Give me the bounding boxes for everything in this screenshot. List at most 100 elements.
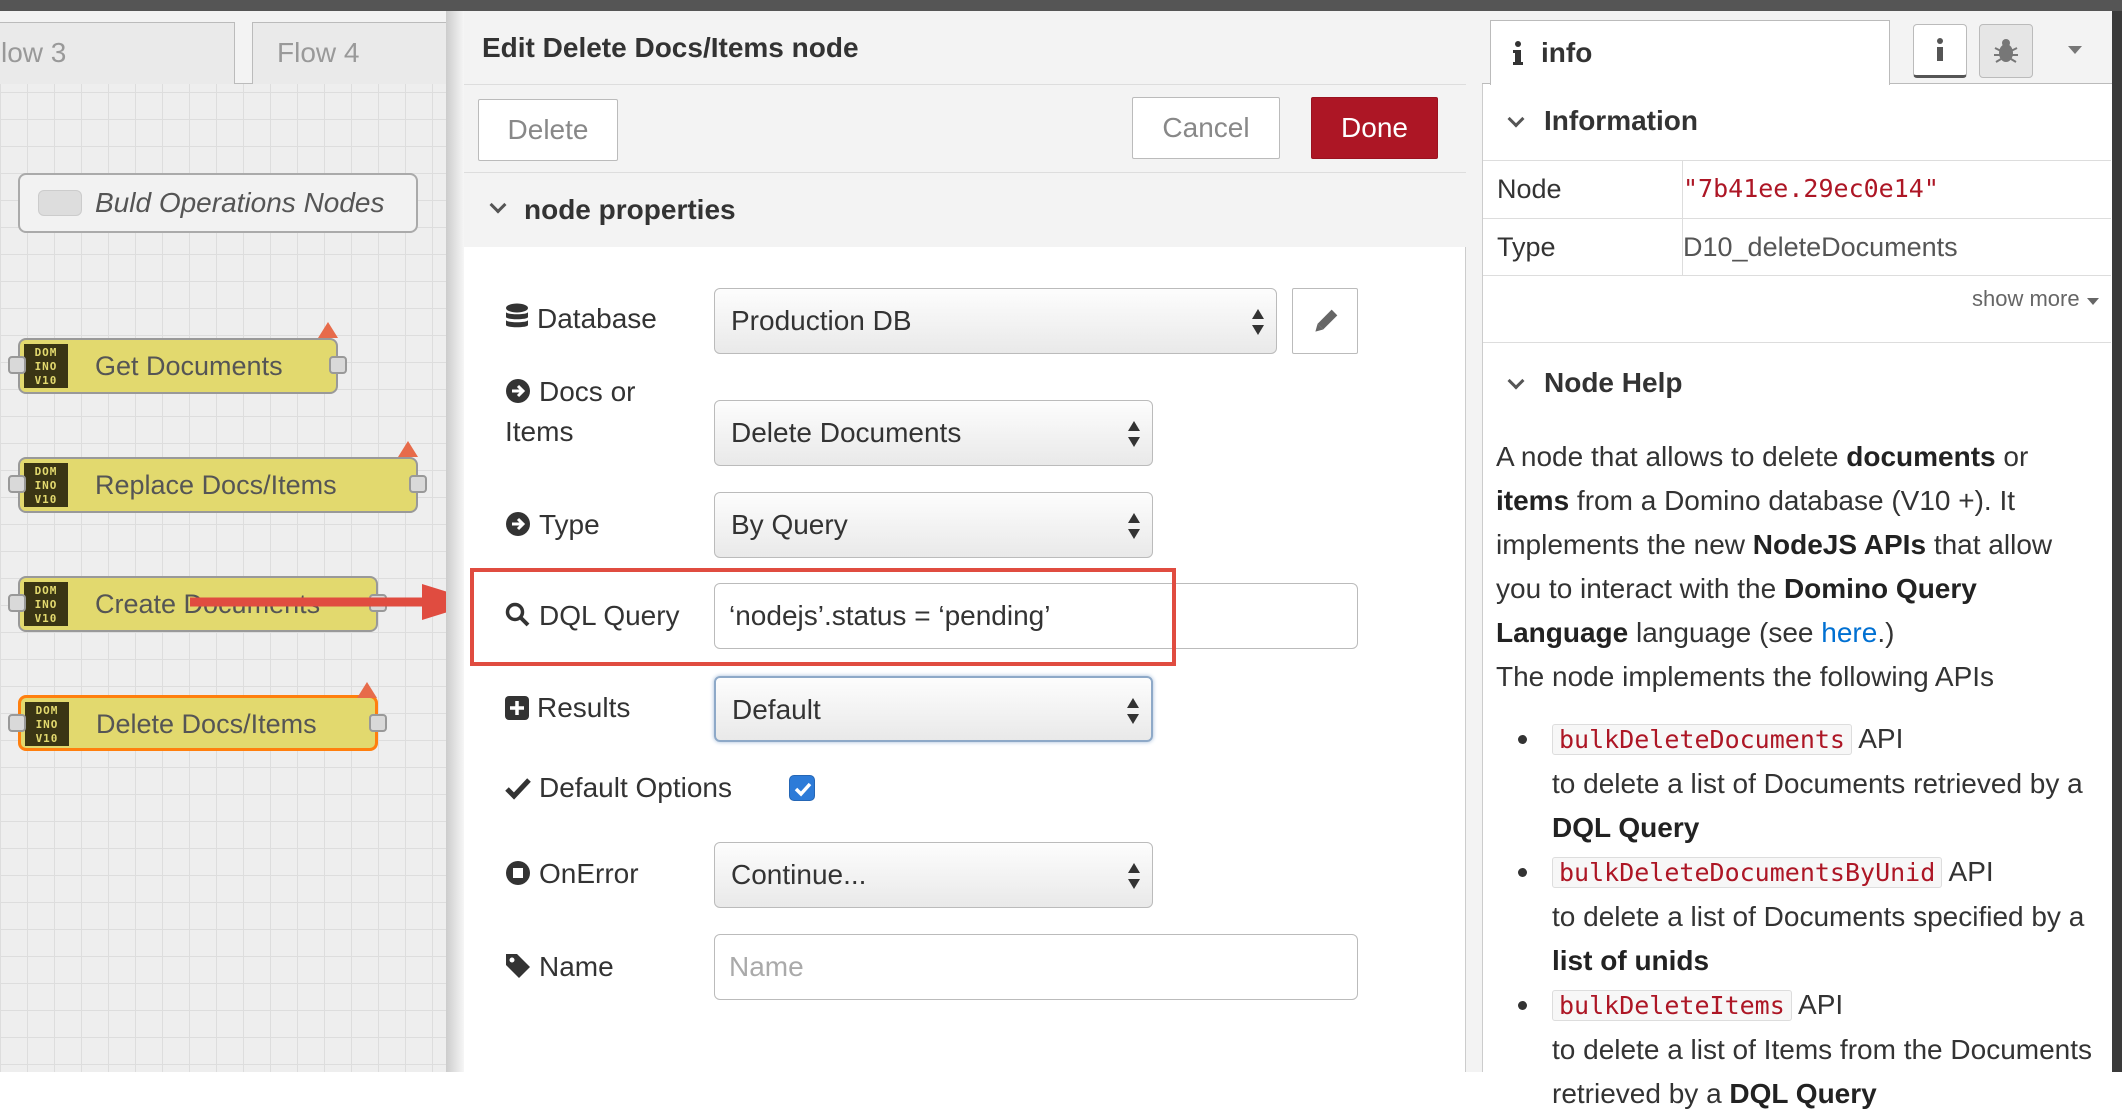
bug-icon	[1994, 39, 2018, 63]
info-tab-button[interactable]	[1913, 24, 1967, 78]
tab-flow-4-label: Flow 4	[277, 37, 360, 68]
node-help-title[interactable]: Node Help	[1544, 366, 1682, 400]
arrow-circle-right-icon	[506, 379, 530, 403]
api-code: bulkDeleteDocuments	[1552, 724, 1852, 755]
name-label: Name	[505, 950, 614, 984]
sidebar-separator[interactable]	[1466, 11, 1482, 1072]
annotation-highlight-box	[470, 568, 1176, 666]
tab-info-label: info	[1541, 37, 1593, 68]
comment-node[interactable]: Buld Operations Nodes	[18, 173, 418, 233]
tray-title: Edit Delete Docs/Items node	[464, 11, 1466, 85]
domino-v10-icon: DOM INO V10	[24, 582, 68, 626]
warning-triangle-icon	[357, 682, 377, 698]
section-title: node properties	[524, 194, 736, 225]
show-more-label: show more	[1972, 286, 2080, 311]
name-label-text: Name	[539, 951, 614, 982]
check-icon	[505, 778, 531, 800]
output-port[interactable]	[369, 714, 387, 732]
flow-node-get-documents[interactable]: DOM INO V10 Get Documents	[18, 338, 338, 394]
info-value-type: D10_deleteDocuments	[1683, 232, 1958, 262]
database-label: Database	[505, 302, 657, 336]
results-label-text: Results	[537, 692, 631, 723]
info-row-type: Type D10_deleteDocuments	[1483, 218, 2111, 276]
docs-or-items-select[interactable]: Delete Documents	[714, 400, 1153, 466]
on-error-label: OnError	[505, 857, 639, 891]
flow-node-replace-docs-items[interactable]: DOM INO V10 Replace Docs/Items	[18, 457, 418, 513]
results-select[interactable]: Default	[714, 676, 1153, 742]
information-title[interactable]: Information	[1544, 104, 1698, 138]
info-icon	[1937, 38, 1943, 61]
help-paragraph: A node that allows to delete documents o…	[1496, 441, 2053, 648]
results-label: Results	[505, 691, 630, 725]
warning-triangle-icon	[318, 322, 338, 338]
edit-database-button[interactable]	[1292, 288, 1358, 354]
info-icon	[1513, 41, 1523, 65]
node-label: Replace Docs/Items	[95, 470, 337, 500]
node-help-content: A node that allows to delete documents o…	[1496, 435, 2096, 1116]
default-options-checkbox[interactable]	[789, 775, 815, 801]
api-code: bulkDeleteDocumentsByUnid	[1552, 857, 1943, 888]
delete-button[interactable]: Delete	[478, 99, 618, 161]
input-port[interactable]	[8, 475, 26, 493]
tab-info[interactable]: info	[1490, 20, 1890, 85]
docs-or-items-label-line2: Items	[505, 416, 574, 447]
domino-v10-icon: DOM INO V10	[25, 702, 69, 746]
node-label: Delete Docs/Items	[96, 709, 317, 739]
checkmark-icon	[794, 782, 812, 797]
api-code: bulkDeleteItems	[1552, 990, 1792, 1021]
info-key: Type	[1497, 232, 1556, 262]
updown-arrows-icon	[1128, 513, 1140, 539]
type-label: Type	[505, 508, 600, 542]
api-list-item: bulkDeleteDocuments API to delete a list…	[1496, 717, 2096, 850]
show-more-link[interactable]: show more	[1972, 286, 2100, 312]
caret-down-icon	[2068, 46, 2082, 54]
updown-arrows-icon	[1252, 309, 1264, 335]
api-list-item: bulkDeleteDocumentsByUnid API to delete …	[1496, 850, 2096, 983]
docs-or-items-label: Docs or	[505, 375, 635, 409]
type-select[interactable]: By Query	[714, 492, 1153, 558]
window-edge	[2112, 11, 2122, 1072]
flow-node-delete-docs-items[interactable]: DOM INO V10 Delete Docs/Items	[18, 695, 378, 751]
table-divider	[1682, 160, 1683, 276]
pencil-icon	[1315, 309, 1338, 332]
output-port[interactable]	[409, 475, 427, 493]
done-button[interactable]: Done	[1311, 97, 1438, 159]
comment-icon	[38, 190, 82, 216]
domino-v10-icon: DOM INO V10	[24, 463, 68, 507]
default-options-label-text: Default Options	[539, 772, 732, 803]
name-input[interactable]: Name	[714, 934, 1358, 1000]
results-value: Default	[732, 694, 821, 725]
input-port[interactable]	[8, 714, 26, 732]
tab-flow-4[interactable]: Flow 4	[252, 22, 472, 84]
updown-arrows-icon	[1127, 698, 1139, 724]
node-properties-section[interactable]: node properties	[464, 173, 1466, 247]
info-value-node-id: "7b41ee.29ec0e14"	[1683, 174, 1939, 203]
arrow-circle-right-icon	[506, 512, 530, 536]
on-error-label-text: OnError	[539, 858, 639, 889]
flow-workspace[interactable]	[0, 11, 450, 1072]
info-row-node: Node "7b41ee.29ec0e14"	[1483, 160, 2111, 218]
type-label-text: Type	[539, 509, 600, 540]
input-port[interactable]	[8, 594, 26, 612]
top-strip	[0, 0, 2122, 11]
stop-circle-icon	[506, 861, 530, 885]
on-error-value: Continue...	[731, 859, 867, 890]
default-options-label: Default Options	[505, 771, 732, 805]
docs-or-items-value: Delete Documents	[731, 417, 962, 448]
debug-tab-button[interactable]	[1979, 24, 2033, 78]
help-apis-intro: The node implements the following APIs	[1496, 661, 1995, 692]
tab-flow-3[interactable]: low 3	[0, 22, 235, 84]
tab-flow-3-label: low 3	[1, 37, 67, 68]
tag-icon	[506, 954, 530, 978]
updown-arrows-icon	[1128, 863, 1140, 889]
sidebar-menu-button[interactable]	[2048, 24, 2102, 78]
here-link[interactable]: here	[1821, 617, 1877, 648]
database-select[interactable]: Production DB	[714, 288, 1277, 354]
node-label: Get Documents	[95, 351, 283, 381]
plus-square-icon	[505, 696, 529, 720]
input-port[interactable]	[8, 356, 26, 374]
output-port[interactable]	[329, 356, 347, 374]
caret-down-icon	[2086, 298, 2099, 305]
cancel-button[interactable]: Cancel	[1132, 97, 1280, 159]
on-error-select[interactable]: Continue...	[714, 842, 1153, 908]
